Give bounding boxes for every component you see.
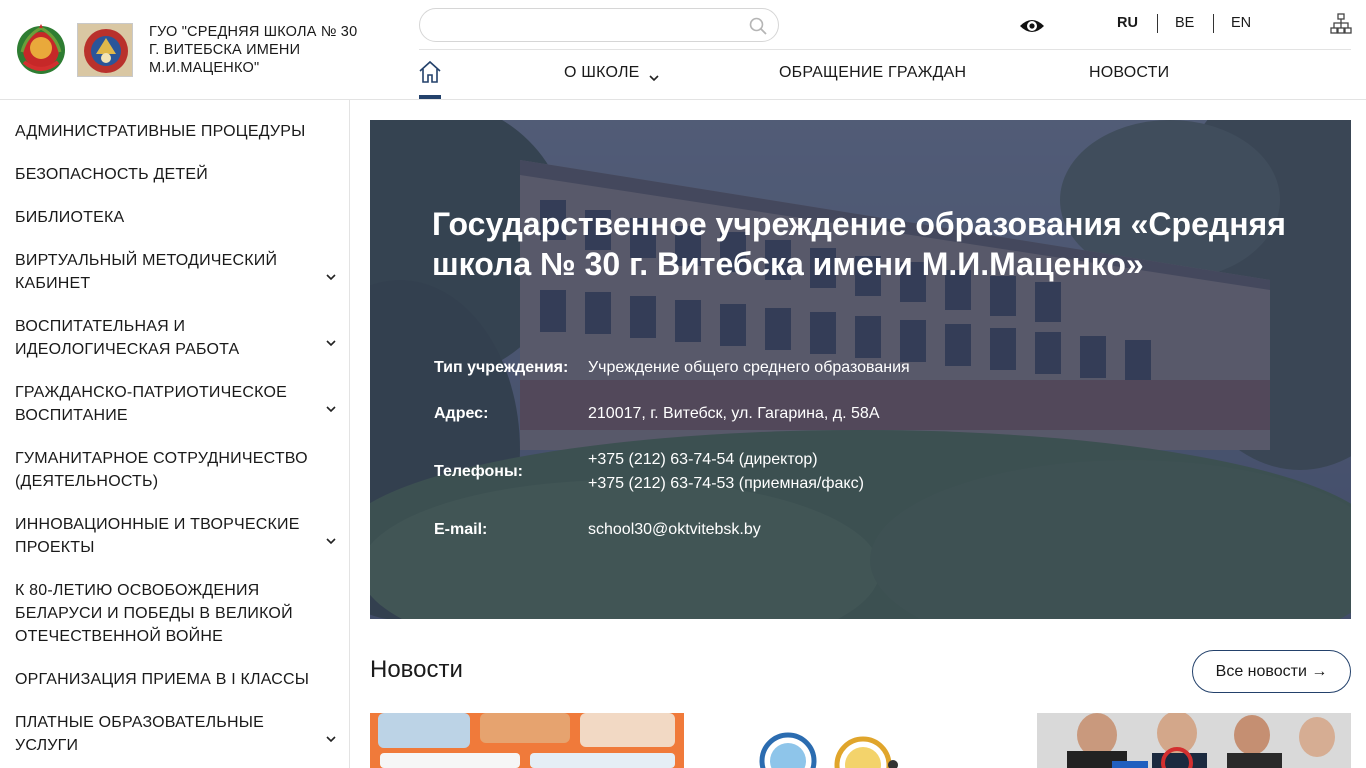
info-label-type: Тип учреждения: (434, 359, 569, 376)
info-value-phone-director[interactable]: +375 (212) 63-74-54 (директор) (588, 448, 818, 472)
chevron-down-icon[interactable] (325, 268, 337, 281)
info-value-type: Учреждение общего среднего образования (588, 359, 910, 376)
nav-item-appeals[interactable]: ОБРАЩЕНИЕ ГРАЖДАН (779, 64, 966, 82)
info-label-phones: Телефоны: (434, 463, 523, 480)
search-input[interactable] (434, 15, 734, 35)
news-card-image[interactable] (370, 713, 684, 768)
sidebar-item-library[interactable]: БИБЛИОТЕКА (15, 206, 315, 229)
lang-en[interactable]: EN (1231, 15, 1251, 31)
eye-icon[interactable] (1019, 16, 1045, 36)
news-heading: Новости (370, 656, 463, 683)
news-card-image[interactable] (703, 713, 1017, 768)
emblem-icon[interactable] (14, 22, 68, 78)
crest-icon[interactable] (77, 23, 133, 77)
sidebar-item-paid-services[interactable]: ПЛАТНЫЕ ОБРАЗОВАТЕЛЬНЫЕ УСЛУГИ (15, 711, 315, 757)
chevron-down-icon[interactable] (325, 400, 337, 413)
info-label-email: E-mail: (434, 521, 488, 538)
school-name[interactable]: ГУО "СРЕДНЯЯ ШКОЛА № 30 Г. ВИТЕБСКА ИМЕН… (149, 23, 364, 77)
sidebar-item-patriotic[interactable]: ГРАЖДАНСКО-ПАТРИОТИЧЕСКОЕ ВОСПИТАНИЕ (15, 381, 315, 427)
lang-be[interactable]: BE (1175, 15, 1194, 31)
hero-banner: Государственное учреждение образования «… (370, 120, 1351, 619)
hero-title: Государственное учреждение образования «… (432, 206, 1286, 282)
info-value-email[interactable]: school30@oktvitebsk.by (588, 518, 761, 542)
chevron-down-icon[interactable] (325, 334, 337, 347)
sidebar-item-educational-work[interactable]: ВОСПИТАТЕЛЬНАЯ И ИДЕОЛОГИЧЕСКАЯ РАБОТА (15, 315, 315, 361)
nav-item-news[interactable]: НОВОСТИ (1089, 64, 1169, 82)
sidebar-item-virtual-cabinet[interactable]: ВИРТУАЛЬНЫЙ МЕТОДИЧЕСКИЙ КАБИНЕТ (15, 249, 315, 295)
lang-ru[interactable]: RU (1117, 15, 1138, 31)
sidebar: АДМИНИСТРАТИВНЫЕ ПРОЦЕДУРЫ БЕЗОПАСНОСТЬ … (0, 100, 350, 768)
chevron-down-icon[interactable] (325, 532, 337, 545)
chevron-down-icon[interactable] (649, 69, 659, 82)
site-header: ГУО "СРЕДНЯЯ ШКОЛА № 30 Г. ВИТЕБСКА ИМЕН… (0, 0, 1366, 100)
sidebar-item-innovation[interactable]: ИННОВАЦИОННЫЕ И ТВОРЧЕСКИЕ ПРОЕКТЫ (15, 513, 315, 559)
search-field[interactable] (419, 8, 779, 42)
nav-item-about[interactable]: О ШКОЛЕ (564, 64, 640, 82)
search-icon[interactable] (748, 16, 768, 36)
lang-divider (1213, 14, 1214, 33)
chevron-down-icon[interactable] (325, 730, 337, 743)
nav-divider (419, 49, 1351, 50)
active-nav-indicator (419, 95, 441, 99)
sitemap-icon[interactable] (1330, 13, 1352, 35)
sidebar-item-80-anniversary[interactable]: К 80-ЛЕТИЮ ОСВОБОЖДЕНИЯ БЕЛАРУСИ И ПОБЕД… (15, 579, 315, 648)
info-value-address: 210017, г. Витебск, ул. Гагарина, д. 58А (588, 405, 880, 422)
home-icon[interactable] (419, 60, 441, 84)
sidebar-item-child-safety[interactable]: БЕЗОПАСНОСТЬ ДЕТЕЙ (15, 163, 315, 186)
all-news-button[interactable]: Все новости → (1192, 650, 1351, 693)
info-label-address: Адрес: (434, 405, 489, 422)
sidebar-item-first-grade[interactable]: ОРГАНИЗАЦИЯ ПРИЕМА В I КЛАССЫ (15, 668, 315, 691)
info-value-phone-reception[interactable]: +375 (212) 63-74-53 (приемная/факс) (588, 472, 864, 496)
lang-divider (1157, 14, 1158, 33)
sidebar-item-admin-procedures[interactable]: АДМИНИСТРАТИВНЫЕ ПРОЦЕДУРЫ (15, 120, 315, 143)
news-card-image[interactable] (1037, 713, 1351, 768)
sidebar-item-humanitarian[interactable]: ГУМАНИТАРНОЕ СОТРУДНИЧЕСТВО (ДЕЯТЕЛЬНОСТ… (15, 447, 315, 493)
